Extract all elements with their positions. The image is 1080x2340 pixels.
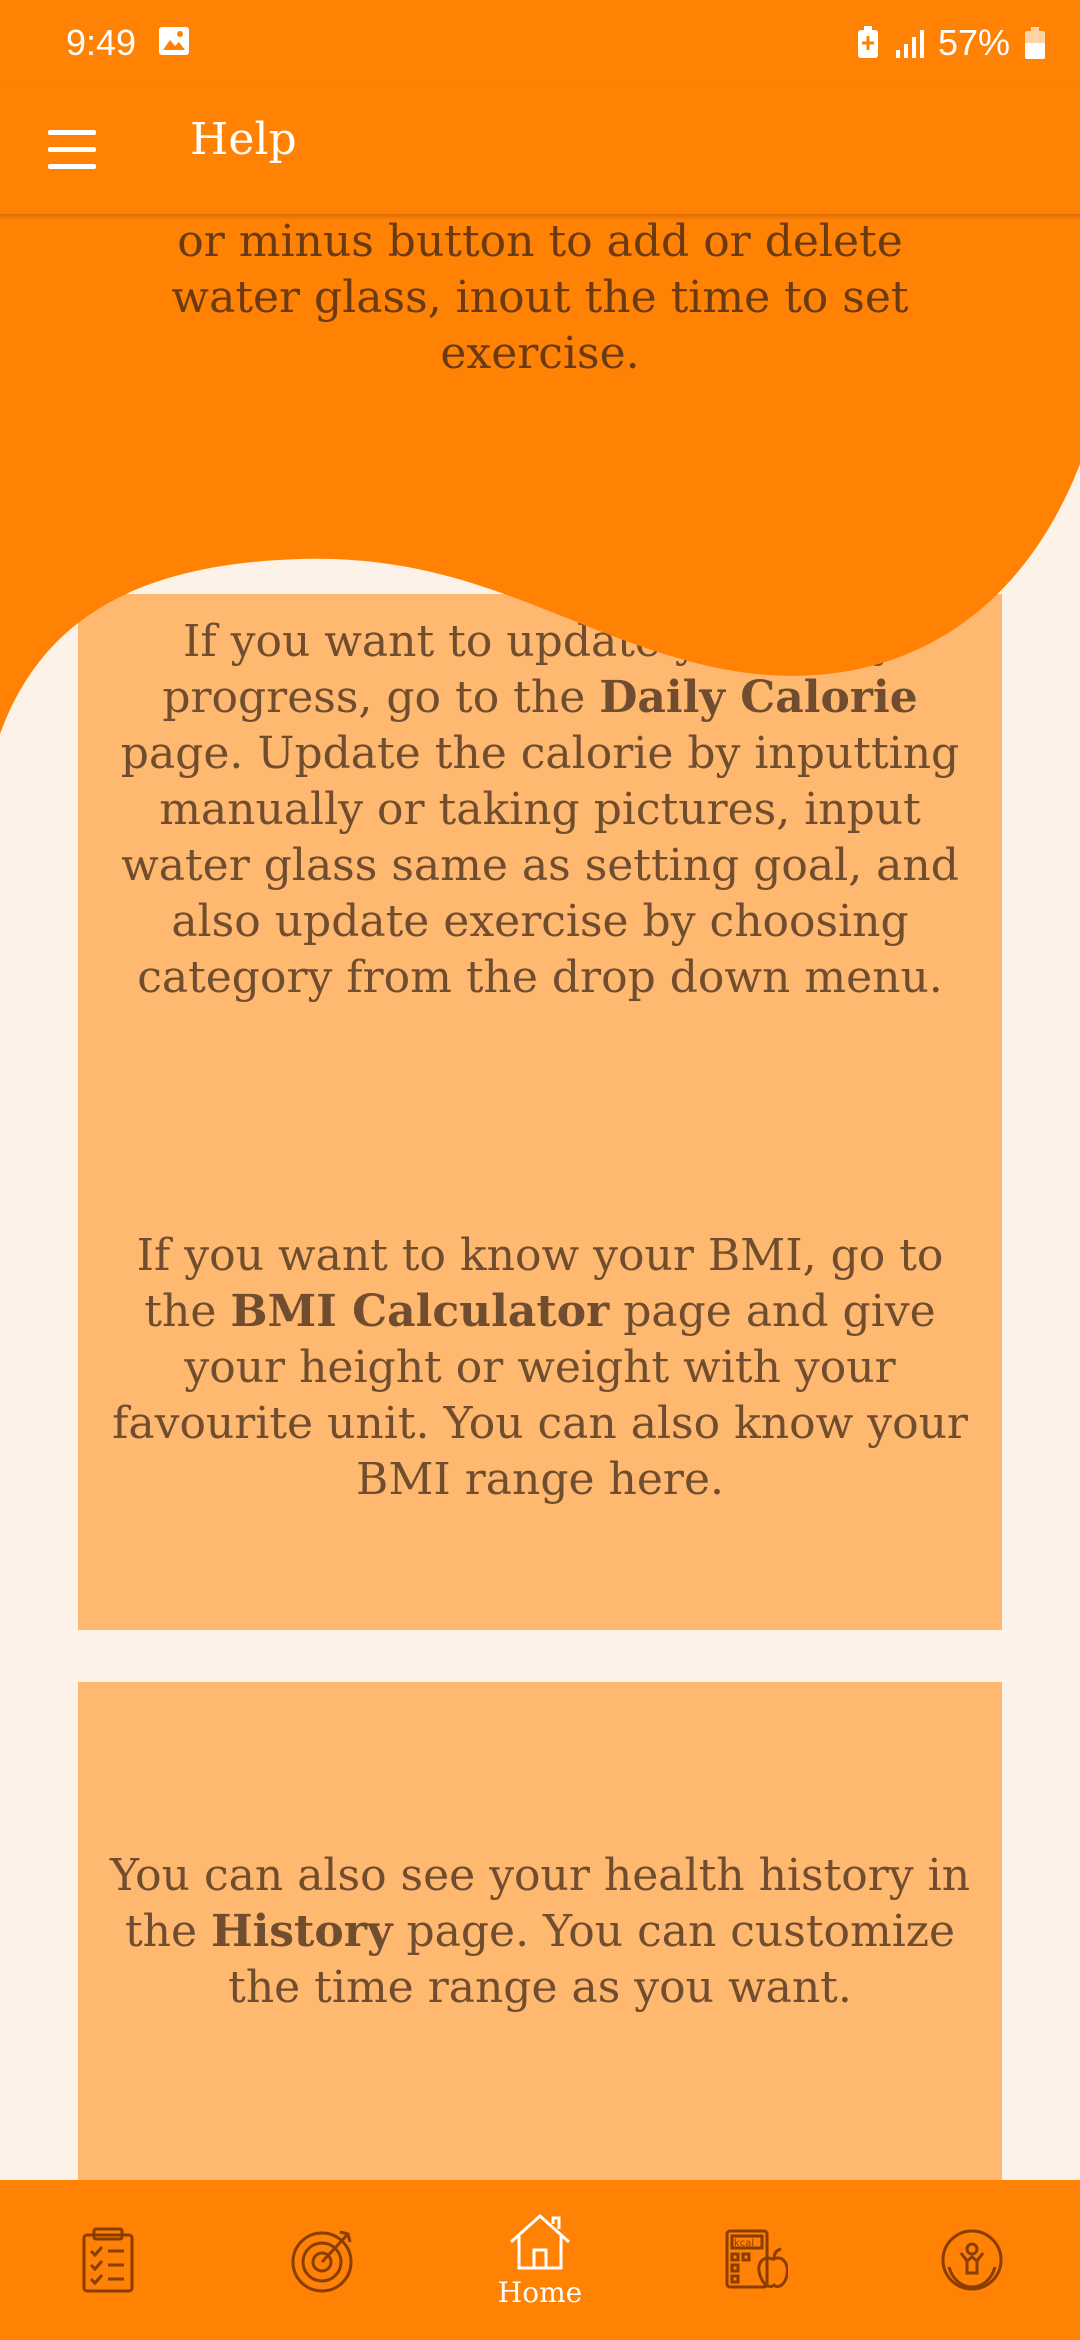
bmi-calculator-page-ref: BMI Calculator (230, 1286, 610, 1337)
status-bar: 9:49 57% (0, 0, 1080, 86)
calorie-calculator-icon: kcal (725, 2229, 788, 2289)
home-icon (509, 2213, 571, 2269)
nav-item-fitness[interactable] (864, 2180, 1080, 2340)
fitness-icon (941, 2229, 1003, 2291)
battery-percent: 57% (937, 22, 1010, 63)
nav-item-checklist[interactable] (0, 2180, 216, 2340)
page-title: Help (190, 114, 297, 165)
checklist-icon (82, 2227, 134, 2293)
status-right-group: 57% (856, 22, 1046, 64)
battery-saver-icon (857, 26, 878, 58)
target-icon (291, 2230, 353, 2293)
help-card-text: If you want to know your BMI, go to the … (112, 1230, 968, 1505)
help-card-history: You can also see your health history in … (78, 1682, 1002, 2180)
gallery-notification-icon (159, 27, 189, 55)
status-time: 9:49 (66, 22, 137, 63)
nav-item-goal[interactable] (216, 2180, 432, 2340)
signal-icon (895, 30, 924, 58)
nav-item-home[interactable]: Home (432, 2180, 648, 2340)
bottom-navigation: Home kcal (0, 2180, 1080, 2340)
app-bar: Help (0, 86, 1080, 214)
battery-icon (1025, 27, 1045, 59)
history-page-ref: History (211, 1906, 393, 1957)
menu-icon[interactable] (44, 128, 102, 172)
nav-item-calorie-calculator[interactable]: kcal (648, 2180, 864, 2340)
help-card-text: You can also see your health history in … (109, 1850, 971, 2013)
svg-text:kcal: kcal (734, 2238, 754, 2249)
help-card-bmi: If you want to know your BMI, go to the … (78, 1106, 1002, 1630)
nav-label-home: Home (497, 2275, 583, 2309)
help-content[interactable]: or minus button to add or delete water g… (0, 214, 1080, 2180)
help-text-continued: or minus button to add or delete water g… (171, 216, 909, 379)
